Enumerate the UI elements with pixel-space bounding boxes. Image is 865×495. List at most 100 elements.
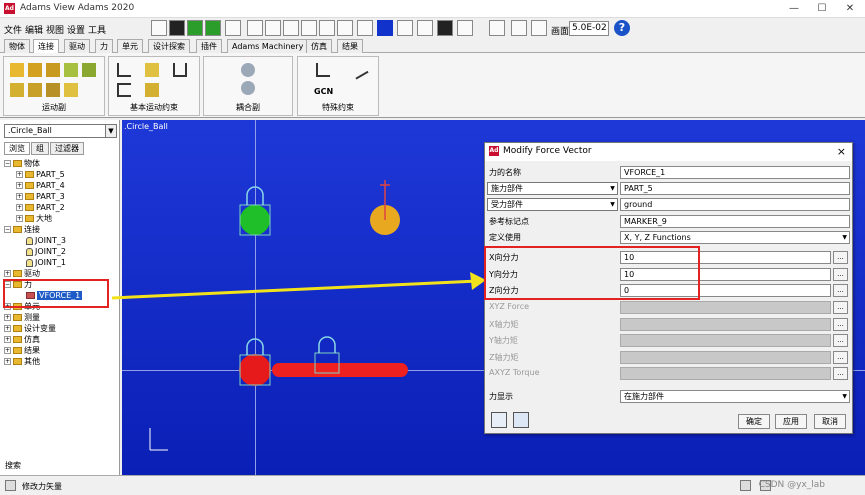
yellow-ball[interactable] [370, 180, 400, 235]
gcn-icon[interactable]: GCN [314, 87, 333, 96]
red-ball[interactable] [239, 338, 408, 386]
menu-tools[interactable]: 工具 [88, 23, 106, 36]
tree-item-part2[interactable]: + PART_2 [16, 202, 65, 213]
expand-icon[interactable]: + [16, 182, 23, 189]
redo-icon[interactable] [205, 20, 221, 36]
expand-icon[interactable]: + [4, 336, 11, 343]
collapse-icon[interactable]: − [4, 160, 11, 167]
expand-icon[interactable]: + [4, 325, 11, 332]
expand-icon[interactable]: + [4, 358, 11, 365]
revolute-joint-icon[interactable] [28, 63, 42, 77]
expand-icon[interactable]: + [16, 204, 23, 211]
save-icon[interactable] [169, 20, 185, 36]
zoom-box-icon[interactable] [437, 20, 453, 36]
tab-forces[interactable]: 力 [95, 39, 113, 53]
cancel-button[interactable]: 取消 [814, 414, 846, 429]
minimize-icon[interactable]: — [780, 0, 808, 18]
reaction-part-field[interactable]: ground [620, 198, 850, 211]
pan-icon[interactable] [511, 20, 527, 36]
view-side-icon[interactable] [265, 20, 281, 36]
zoom-input[interactable]: 5.0E-02 [569, 21, 609, 36]
tab-browse[interactable]: 浏览 [4, 142, 30, 155]
expand-icon[interactable]: + [16, 171, 23, 178]
apply-button[interactable]: 应用 [775, 414, 807, 429]
action-part-select[interactable]: 施力部件 ▼ [487, 182, 618, 195]
cylindrical-joint-icon[interactable] [64, 63, 78, 77]
x-force-more-button[interactable]: ... [833, 251, 848, 264]
inline-primitive-icon[interactable] [117, 63, 131, 77]
reaction-part-select[interactable]: 受力部件 ▼ [487, 198, 618, 211]
expand-icon[interactable]: + [4, 347, 11, 354]
menu-edit[interactable]: 编辑 [25, 23, 43, 36]
tree-item-measures[interactable]: + 测量 [4, 312, 40, 323]
new-icon[interactable] [151, 20, 167, 36]
zoom-icon[interactable] [531, 20, 547, 36]
tree-item-simulations[interactable]: + 仿真 [4, 334, 40, 345]
green-ball[interactable] [239, 186, 271, 236]
menu-settings[interactable]: 设置 [67, 23, 85, 36]
ok-button[interactable]: 确定 [738, 414, 770, 429]
define-using-select[interactable]: X, Y, Z Functions ▼ [620, 231, 850, 244]
menu-file[interactable]: 文件 [4, 23, 22, 36]
comment-icon[interactable] [513, 412, 529, 428]
curve-curve-icon[interactable] [349, 60, 369, 80]
tree-item-results[interactable]: + 结果 [4, 345, 40, 356]
menu-view[interactable]: 视图 [46, 23, 64, 36]
tab-plugins[interactable]: 插件 [196, 39, 222, 53]
tab-connectors[interactable]: 连接 [33, 39, 59, 54]
view-iso-icon[interactable] [301, 20, 317, 36]
close-icon[interactable]: ✕ [836, 0, 864, 18]
tab-groups[interactable]: 组 [31, 142, 49, 155]
expand-icon[interactable]: + [16, 193, 23, 200]
parallel-primitive-icon[interactable] [117, 83, 131, 97]
spherical-joint-icon[interactable] [82, 63, 96, 77]
close-icon[interactable]: × [837, 145, 846, 158]
force-display-select[interactable]: 在施力部件 ▼ [620, 390, 850, 403]
tab-bodies[interactable]: 物体 [4, 39, 30, 53]
help-icon[interactable]: ? [614, 20, 630, 36]
tree-item-joint2[interactable]: JOINT_2 [26, 246, 66, 257]
tree-item-bodies[interactable]: − 物体 [4, 158, 40, 169]
select-icon[interactable] [225, 20, 241, 36]
tab-adams-machinery[interactable]: Adams Machinery [227, 39, 309, 53]
color-icon[interactable] [377, 20, 393, 36]
coupler-icon[interactable] [241, 81, 255, 95]
ref-marker-field[interactable]: MARKER_9 [620, 215, 850, 228]
tree-item-part3[interactable]: + PART_3 [16, 191, 65, 202]
fit-icon[interactable] [417, 20, 433, 36]
grid-icon[interactable] [397, 20, 413, 36]
chevron-down-icon[interactable]: ▼ [842, 391, 847, 402]
tab-simulation[interactable]: 仿真 [306, 39, 332, 53]
tree-item-other[interactable]: + 其他 [4, 356, 40, 367]
model-selector[interactable]: .Circle_Ball ▼ [4, 124, 117, 138]
expand-icon[interactable]: + [4, 270, 11, 277]
undo-icon[interactable] [187, 20, 203, 36]
inplane-primitive-icon[interactable] [145, 63, 159, 77]
chevron-down-icon[interactable]: ▼ [105, 125, 116, 137]
tab-design-exploration[interactable]: 设计探索 [148, 39, 190, 53]
orientation-primitive-icon[interactable] [173, 63, 187, 77]
z-force-more-button[interactable]: ... [833, 284, 848, 297]
tree-item-joint3[interactable]: JOINT_3 [26, 235, 66, 246]
force-name-field[interactable]: VFORCE_1 [620, 166, 850, 179]
translate-icon[interactable] [457, 20, 473, 36]
y-force-more-button[interactable]: ... [833, 268, 848, 281]
chevron-down-icon[interactable]: ▼ [608, 199, 617, 210]
collapse-icon[interactable]: − [4, 226, 11, 233]
function-builder-icon[interactable] [491, 412, 507, 428]
tab-elements[interactable]: 单元 [117, 39, 143, 53]
info-icon[interactable] [740, 480, 751, 491]
tab-results[interactable]: 结果 [337, 39, 363, 53]
chevron-down-icon[interactable]: ▼ [608, 183, 617, 194]
tab-filters[interactable]: 过滤器 [50, 142, 84, 155]
maximize-icon[interactable]: ☐ [808, 0, 836, 18]
tree-item-design-variables[interactable]: + 设计变量 [4, 323, 56, 334]
screw-joint-icon[interactable] [64, 83, 78, 97]
rotate-icon[interactable] [489, 20, 505, 36]
expand-icon[interactable]: + [4, 314, 11, 321]
expand-icon[interactable]: + [16, 215, 23, 222]
view-3d-icon[interactable] [337, 20, 353, 36]
gear-icon[interactable] [241, 63, 255, 77]
search-label[interactable]: 搜索 [5, 460, 21, 471]
tab-motions[interactable]: 驱动 [64, 39, 90, 53]
